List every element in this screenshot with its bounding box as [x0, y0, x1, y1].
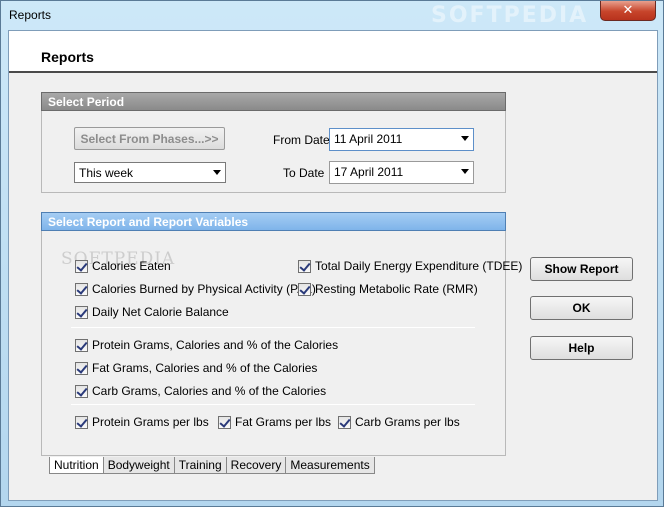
close-icon: ✕	[622, 3, 634, 18]
checkbox-label: Calories Eaten	[92, 259, 171, 273]
checkbox-box[interactable]	[75, 259, 88, 273]
checkbox-tdee[interactable]: Total Daily Energy Expenditure (TDEE)	[298, 259, 522, 273]
checkbox-label: Carb Grams, Calories and % of the Calori…	[92, 384, 327, 398]
window-title: Reports	[9, 8, 52, 22]
checkbox-label: Carb Grams per lbs	[355, 415, 460, 429]
checkbox-protein[interactable]: Protein Grams, Calories and % of the Cal…	[75, 338, 338, 352]
select-period-heading: Select Period	[41, 92, 506, 111]
to-date-label: To Date	[283, 166, 325, 180]
bottom-tab-strip: Nutrition Bodyweight Training Recovery M…	[49, 457, 375, 474]
period-range-select[interactable]: This week	[74, 162, 226, 183]
checkbox-fat-lbs[interactable]: Fat Grams per lbs	[218, 415, 331, 429]
checkbox-box[interactable]	[75, 415, 88, 429]
ok-button[interactable]: OK	[530, 296, 633, 320]
select-report-heading: Select Report and Report Variables	[41, 212, 506, 231]
checkbox-label: Fat Grams, Calories and % of the Calorie…	[92, 361, 318, 375]
client-area: Reports Select Period Select From Phases…	[8, 30, 658, 501]
checkbox-rmr[interactable]: Resting Metabolic Rate (RMR)	[298, 282, 478, 296]
show-report-button[interactable]: Show Report	[530, 257, 633, 281]
to-date-value: 17 April 2011	[334, 165, 404, 179]
checkbox-label: Resting Metabolic Rate (RMR)	[315, 282, 478, 296]
from-date-value: 11 April 2011	[334, 132, 403, 146]
checkbox-box[interactable]	[338, 415, 351, 429]
checkbox-label: Daily Net Calorie Balance	[92, 305, 229, 319]
title-bar: Reports SOFTPEDIA ✕	[1, 1, 663, 29]
separator	[71, 327, 475, 328]
tab-nutrition[interactable]: Nutrition	[49, 457, 104, 474]
checkbox-calories-burned[interactable]: Calories Burned by Physical Activity (PA…	[75, 282, 316, 296]
checkbox-fat[interactable]: Fat Grams, Calories and % of the Calorie…	[75, 361, 317, 375]
checkbox-label: Protein Grams, Calories and % of the Cal…	[92, 338, 339, 352]
checkbox-box[interactable]	[75, 305, 88, 319]
checkbox-label: Total Daily Energy Expenditure (TDEE)	[315, 259, 523, 273]
tab-training[interactable]: Training	[173, 457, 227, 474]
checkbox-box[interactable]	[298, 259, 311, 273]
checkbox-box[interactable]	[298, 282, 311, 296]
from-date-picker[interactable]: 11 April 2011	[329, 128, 474, 151]
checkbox-box[interactable]	[218, 415, 231, 429]
page-title: Reports	[41, 49, 94, 65]
tab-recovery[interactable]: Recovery	[225, 457, 287, 474]
checkbox-label: Protein Grams per lbs	[92, 415, 209, 429]
help-button[interactable]: Help	[530, 336, 633, 360]
checkbox-box[interactable]	[75, 338, 88, 352]
chevron-down-icon	[461, 136, 469, 141]
from-date-label: From Date	[273, 133, 330, 147]
close-button[interactable]: ✕	[600, 1, 656, 21]
checkbox-box[interactable]	[75, 384, 88, 398]
tab-bodyweight[interactable]: Bodyweight	[102, 457, 175, 474]
checkbox-carb-lbs[interactable]: Carb Grams per lbs	[338, 415, 460, 429]
checkbox-carb[interactable]: Carb Grams, Calories and % of the Calori…	[75, 384, 326, 398]
checkbox-label: Calories Burned by Physical Activity (PA…	[92, 282, 316, 296]
header-strip: Reports	[9, 31, 657, 73]
select-from-phases-button[interactable]: Select From Phases...>>	[74, 127, 225, 150]
checkbox-net-balance[interactable]: Daily Net Calorie Balance	[75, 305, 229, 319]
checkbox-box[interactable]	[75, 361, 88, 375]
separator	[71, 404, 475, 405]
checkbox-box[interactable]	[75, 282, 88, 296]
to-date-picker[interactable]: 17 April 2011	[329, 161, 474, 184]
checkbox-label: Fat Grams per lbs	[235, 415, 332, 429]
tab-measurements[interactable]: Measurements	[285, 457, 375, 474]
reports-window: Reports SOFTPEDIA ✕ Reports Select Perio…	[0, 0, 664, 507]
checkbox-protein-lbs[interactable]: Protein Grams per lbs	[75, 415, 209, 429]
checkbox-calories-eaten[interactable]: Calories Eaten	[75, 259, 171, 273]
title-watermark: SOFTPEDIA	[431, 3, 589, 28]
period-range-value: This week	[79, 166, 134, 180]
chevron-down-icon	[213, 170, 221, 175]
chevron-down-icon	[461, 169, 469, 174]
